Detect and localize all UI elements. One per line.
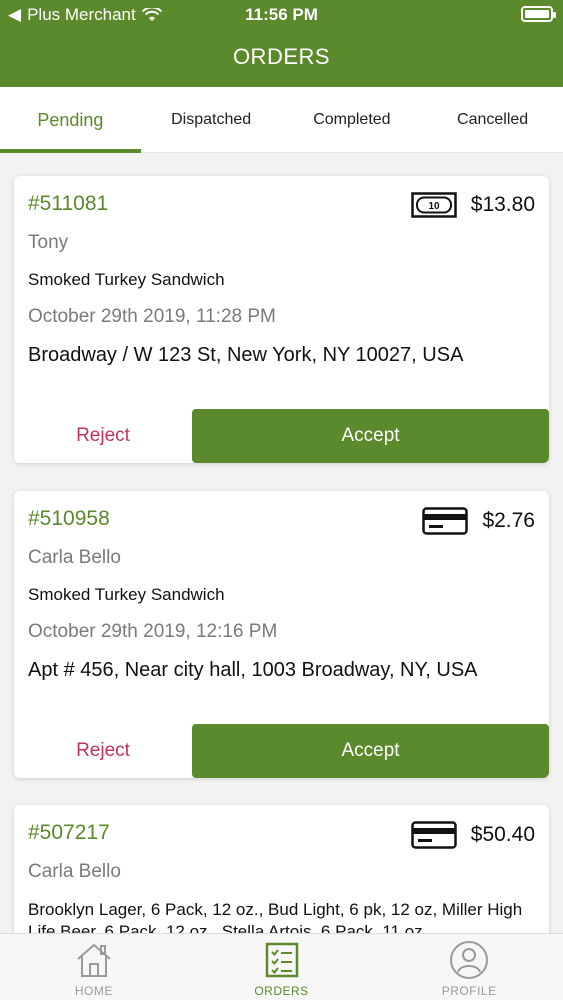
order-status-tabs: Pending Dispatched Completed Cancelled — [0, 87, 563, 153]
order-actions: Reject Accept — [14, 724, 549, 778]
delivery-address: Broadway / W 123 St, New York, NY 10027,… — [28, 344, 464, 366]
order-card: #507217 $50.40 Carla Bello Brooklyn Lage… — [14, 805, 549, 933]
nav-profile-label: PROFILE — [441, 984, 497, 998]
order-details[interactable]: #511081 10 $13.80 Tony Smoked Turkey San… — [14, 176, 549, 409]
order-amount: $13.80 — [470, 193, 535, 216]
tab-pending[interactable]: Pending — [0, 87, 141, 153]
credit-card-icon — [422, 507, 469, 535]
orders-list-icon — [188, 940, 376, 980]
reject-button[interactable]: Reject — [14, 724, 192, 778]
order-date: October 29th 2019, 12:16 PM — [28, 621, 278, 642]
battery-icon — [521, 6, 556, 22]
order-amount-row: $2.76 — [422, 507, 535, 535]
nav-home-label: HOME — [74, 984, 113, 998]
customer-name: Carla Bello — [28, 861, 121, 882]
order-card: #511081 10 $13.80 Tony Smoked Turkey San… — [14, 176, 549, 463]
nav-profile[interactable]: PROFILE — [375, 934, 563, 1000]
order-details[interactable]: #507217 $50.40 Carla Bello Brooklyn Lage… — [14, 805, 549, 933]
reject-button[interactable]: Reject — [14, 409, 192, 463]
nav-home[interactable]: HOME — [0, 934, 188, 1000]
svg-text:10: 10 — [428, 201, 440, 212]
order-actions: Reject Accept — [14, 409, 549, 463]
order-date: October 29th 2019, 11:28 PM — [28, 306, 276, 327]
orders-list[interactable]: #511081 10 $13.80 Tony Smoked Turkey San… — [0, 153, 563, 933]
order-amount-row: 10 $13.80 — [411, 192, 535, 218]
order-id: #511081 — [28, 192, 109, 215]
cash-icon: 10 — [411, 192, 457, 218]
status-bar: ◀ Plus Merchant 11:56 PM — [0, 0, 563, 30]
status-time: 11:56 PM — [245, 5, 318, 24]
profile-icon — [375, 940, 563, 980]
order-amount-row: $50.40 — [411, 821, 535, 849]
nav-orders[interactable]: ORDERS — [188, 934, 376, 1000]
order-items: Smoked Turkey Sandwich — [28, 585, 225, 604]
tab-completed[interactable]: Completed — [282, 87, 423, 152]
order-amount: $2.76 — [482, 509, 535, 532]
order-items: Brooklyn Lager, 6 Pack, 12 oz., Bud Ligh… — [28, 900, 523, 933]
order-amount: $50.40 — [470, 823, 535, 846]
app-header: ◀ Plus Merchant 11:56 PM ORDERS — [0, 0, 563, 87]
credit-card-icon — [411, 821, 457, 849]
page-title: ORDERS — [232, 44, 331, 69]
tab-dispatched[interactable]: Dispatched — [141, 87, 282, 152]
nav-orders-label: ORDERS — [254, 984, 309, 998]
home-icon — [0, 940, 188, 980]
customer-name: Tony — [28, 232, 69, 253]
bottom-tab-bar: HOME ORDERS PROFILE — [0, 933, 563, 1000]
accept-button[interactable]: Accept — [192, 409, 549, 463]
tab-cancelled[interactable]: Cancelled — [422, 87, 563, 152]
customer-name: Carla Bello — [28, 547, 121, 568]
order-id: #507217 — [28, 821, 110, 844]
order-details[interactable]: #510958 $2.76 Carla Bello Smoked Turkey … — [14, 491, 549, 724]
order-items: Smoked Turkey Sandwich — [28, 270, 225, 289]
delivery-address: Apt # 456, Near city hall, 1003 Broadway… — [28, 659, 478, 681]
order-card: #510958 $2.76 Carla Bello Smoked Turkey … — [14, 491, 549, 778]
accept-button[interactable]: Accept — [192, 724, 549, 778]
order-id: #510958 — [28, 507, 110, 530]
